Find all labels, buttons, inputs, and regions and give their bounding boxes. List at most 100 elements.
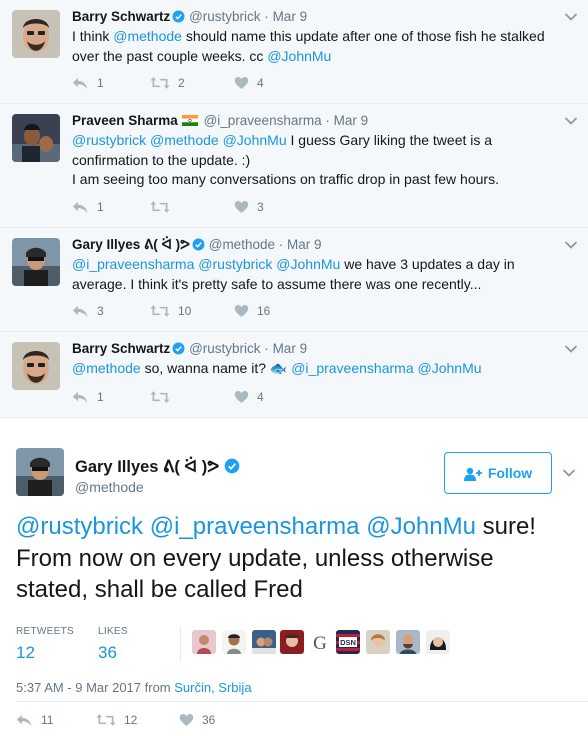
india-flag-icon — [181, 115, 198, 126]
verified-icon — [224, 458, 240, 474]
mention-link[interactable]: @rustybrick — [16, 513, 143, 540]
chevron-down-icon[interactable] — [562, 468, 576, 478]
like-icon — [179, 713, 194, 727]
verified-icon — [192, 238, 205, 251]
reply-button[interactable]: 1 — [72, 390, 104, 404]
user-name[interactable]: Barry Schwartz — [72, 341, 170, 356]
tweet-text: @i_praveensharma @rustybrick @JohnMu we … — [72, 255, 562, 294]
like-button[interactable]: 16 — [234, 304, 270, 318]
like-icon — [234, 200, 249, 214]
retweet-button[interactable] — [150, 390, 178, 404]
user-handle[interactable]: @rustybrick — [189, 341, 260, 356]
avatar[interactable] — [12, 10, 60, 58]
user-name[interactable]: Gary Illyes ᕕ( ᐛ )ᕗ — [72, 237, 190, 252]
like-button[interactable]: 36 — [179, 713, 215, 727]
tweet-header: Barry Schwartz @rustybrick · Mar 9 — [72, 341, 308, 356]
tweet-reply[interactable]: Barry Schwartz @rustybrick · Mar 9 I thi… — [0, 0, 588, 104]
user-name[interactable]: Praveen Sharma — [72, 113, 178, 128]
mention-link[interactable]: @rustybrick — [72, 132, 146, 148]
mention-link[interactable]: @rustybrick — [198, 256, 272, 272]
liker-avatar[interactable] — [426, 630, 450, 654]
mention-link[interactable]: @JohnMu — [276, 256, 340, 272]
tweet-timestamp: 5:37 AM - 9 Mar 2017 from Surčin, Srbija — [16, 680, 252, 695]
liker-avatar[interactable]: G — [308, 630, 332, 654]
user-name[interactable]: Barry Schwartz — [72, 9, 170, 24]
retweet-button[interactable] — [150, 200, 178, 214]
retweet-button[interactable]: 10 — [150, 304, 191, 318]
avatar[interactable] — [12, 238, 60, 286]
mention-link[interactable]: @i_praveensharma — [150, 513, 360, 540]
retweets-stat[interactable]: RETWEETS 12 — [16, 626, 74, 663]
user-handle[interactable]: @methode — [75, 479, 144, 495]
tweet-reply[interactable]: Praveen Sharma @i_praveensharma · Mar 9 … — [0, 104, 588, 228]
tweet-time[interactable]: Mar 9 — [273, 341, 308, 356]
reply-button[interactable]: 3 — [72, 304, 104, 318]
liker-avatar[interactable] — [222, 630, 246, 654]
reply-icon — [72, 76, 89, 90]
reply-icon — [72, 390, 89, 404]
liker-avatar[interactable] — [192, 630, 216, 654]
retweet-icon — [150, 390, 170, 404]
tweet-text: @methode so, wanna name it? 🐟 @i_praveen… — [72, 359, 562, 379]
tweet-text: @rustybrick @methode @JohnMu I guess Gar… — [72, 131, 562, 190]
chevron-down-icon[interactable] — [564, 12, 578, 22]
retweet-icon — [150, 304, 170, 318]
follow-button[interactable]: Follow — [444, 452, 552, 494]
user-handle[interactable]: @rustybrick — [189, 9, 260, 24]
liker-avatar[interactable] — [280, 630, 304, 654]
user-handle[interactable]: @i_praveensharma — [204, 113, 322, 128]
retweet-button[interactable]: 12 — [96, 713, 137, 727]
tweet-text: I think @methode should name this update… — [72, 27, 562, 66]
like-button[interactable]: 3 — [234, 200, 264, 214]
chevron-down-icon[interactable] — [564, 116, 578, 126]
liker-avatar[interactable] — [366, 630, 390, 654]
user-name-row: Gary Illyes ᕕ( ᐛ )ᕗ — [75, 457, 240, 477]
mention-link[interactable]: @methode — [113, 28, 182, 44]
reply-icon — [72, 304, 89, 318]
like-icon — [234, 76, 249, 90]
liker-avatar[interactable] — [396, 630, 420, 654]
mention-link[interactable]: @JohnMu — [267, 48, 331, 64]
tweet-time[interactable]: Mar 9 — [273, 9, 308, 24]
tweet-time[interactable]: Mar 9 — [334, 113, 369, 128]
avatar[interactable] — [12, 342, 60, 390]
svg-text:DSN: DSN — [340, 638, 356, 647]
like-icon — [234, 304, 249, 318]
mention-link[interactable]: @i_praveensharma — [291, 360, 413, 376]
chevron-down-icon[interactable] — [564, 344, 578, 354]
reply-icon — [72, 200, 89, 214]
tweet-reply[interactable]: Gary Illyes ᕕ( ᐛ )ᕗ @methode · Mar 9 @i_… — [0, 228, 588, 332]
location-link[interactable]: Surčin, Srbija — [174, 680, 251, 695]
mention-link[interactable]: @methode — [150, 132, 219, 148]
avatar[interactable] — [12, 114, 60, 162]
retweet-button[interactable]: 2 — [150, 76, 185, 90]
likes-stat[interactable]: LIKES 36 — [98, 626, 128, 663]
like-button[interactable]: 4 — [234, 76, 264, 90]
like-button[interactable]: 4 — [234, 390, 264, 404]
user-handle[interactable]: @methode — [209, 237, 275, 252]
retweet-icon — [150, 76, 170, 90]
mention-link[interactable]: @methode — [72, 360, 141, 376]
tweet-reply[interactable]: Barry Schwartz @rustybrick · Mar 9 @meth… — [0, 332, 588, 418]
mention-link[interactable]: @JohnMu — [418, 360, 482, 376]
avatar[interactable] — [16, 448, 64, 496]
chevron-down-icon[interactable] — [564, 240, 578, 250]
reply-button[interactable]: 11 — [16, 713, 53, 727]
mention-link[interactable]: @i_praveensharma — [72, 256, 194, 272]
liker-avatar[interactable]: DSN — [336, 630, 360, 654]
reply-button[interactable]: 1 — [72, 76, 104, 90]
follow-person-icon — [463, 467, 482, 481]
liker-avatar[interactable] — [252, 630, 276, 654]
tweet-text-segment: I am seeing too many conversations on tr… — [72, 171, 499, 187]
mention-link[interactable]: @JohnMu — [366, 513, 476, 540]
tweet-text-segment — [143, 513, 150, 540]
divider — [180, 626, 181, 662]
tweet-header: Barry Schwartz @rustybrick · Mar 9 — [72, 9, 308, 24]
tweet-header: Praveen Sharma @i_praveensharma · Mar 9 — [72, 113, 369, 128]
tweet-header: Gary Illyes ᕕ( ᐛ )ᕗ @methode · Mar 9 — [72, 237, 322, 252]
reply-button[interactable]: 1 — [72, 200, 104, 214]
user-name[interactable]: Gary Illyes ᕕ( ᐛ )ᕗ — [75, 458, 219, 476]
tweet-text-segment: I think — [72, 28, 114, 44]
mention-link[interactable]: @JohnMu — [223, 132, 287, 148]
tweet-time[interactable]: Mar 9 — [287, 237, 322, 252]
